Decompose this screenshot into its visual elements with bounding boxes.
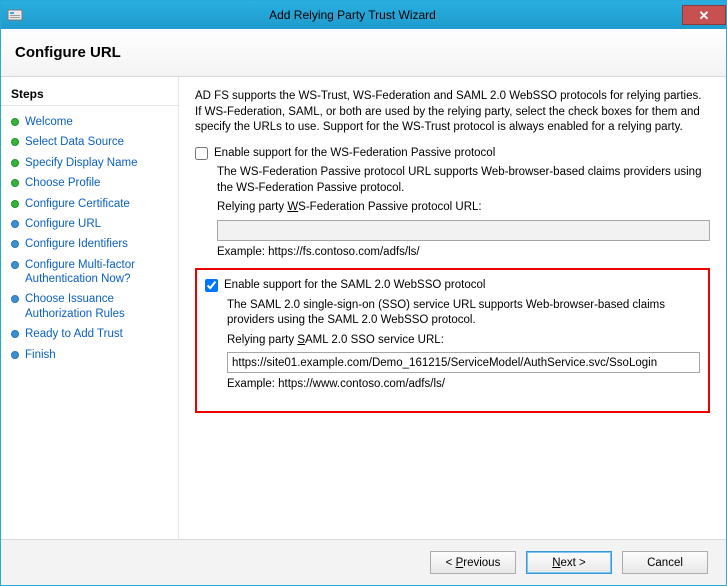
step-done-icon — [11, 179, 19, 187]
sidebar-step-item[interactable]: Configure URL — [1, 214, 178, 234]
sidebar-step-item[interactable]: Choose Issuance Authorization Rules — [1, 289, 178, 324]
saml-field-label: Relying party SAML 2.0 SSO service URL: — [227, 333, 700, 349]
sidebar-step-item[interactable]: Configure Certificate — [1, 194, 178, 214]
step-pending-icon — [11, 295, 19, 303]
wizard-content: AD FS supports the WS-Trust, WS-Federati… — [179, 77, 726, 539]
intro-text: AD FS supports the WS-Trust, WS-Federati… — [195, 89, 710, 136]
saml-example: Example: https://www.contoso.com/adfs/ls… — [227, 377, 700, 393]
sidebar-step-item[interactable]: Welcome — [1, 112, 178, 132]
saml-checkbox-label[interactable]: Enable support for the SAML 2.0 WebSSO p… — [224, 278, 485, 294]
sidebar-step-link[interactable]: Specify Display Name — [25, 156, 137, 170]
sidebar-step-item[interactable]: Specify Display Name — [1, 153, 178, 173]
wsfed-desc: The WS-Federation Passive protocol URL s… — [217, 165, 710, 196]
step-done-icon — [11, 118, 19, 126]
close-button[interactable]: ✕ — [682, 5, 726, 25]
wsfed-checkbox[interactable] — [195, 147, 208, 160]
wizard-footer: < Previous Next > Cancel — [1, 539, 726, 585]
wsfed-example: Example: https://fs.contoso.com/adfs/ls/ — [217, 245, 710, 261]
window-title: Add Relying Party Trust Wizard — [23, 8, 682, 22]
page-title: Configure URL — [15, 44, 121, 61]
wsfed-field-label: Relying party WS-Federation Passive prot… — [217, 200, 710, 216]
step-done-icon — [11, 159, 19, 167]
step-done-icon — [11, 200, 19, 208]
saml-block: The SAML 2.0 single-sign-on (SSO) servic… — [205, 298, 700, 393]
wsfed-checkbox-label[interactable]: Enable support for the WS-Federation Pas… — [214, 146, 495, 162]
wsfed-block: The WS-Federation Passive protocol URL s… — [195, 165, 710, 260]
sidebar-step-link[interactable]: Configure Certificate — [25, 197, 130, 211]
sidebar-step-link[interactable]: Choose Profile — [25, 176, 100, 190]
title-bar: Add Relying Party Trust Wizard ✕ — [1, 1, 726, 29]
step-pending-icon — [11, 261, 19, 269]
sidebar-step-item[interactable]: Configure Multi-factor Authentication No… — [1, 255, 178, 290]
sidebar-step-link[interactable]: Configure Identifiers — [25, 237, 128, 251]
close-icon: ✕ — [699, 9, 710, 22]
sidebar-step-link[interactable]: Configure Multi-factor Authentication No… — [25, 258, 170, 287]
saml-highlight-box: Enable support for the SAML 2.0 WebSSO p… — [195, 268, 710, 413]
saml-checkbox-row: Enable support for the SAML 2.0 WebSSO p… — [205, 278, 700, 294]
sidebar-step-item[interactable]: Choose Profile — [1, 173, 178, 193]
step-pending-icon — [11, 351, 19, 359]
cancel-button[interactable]: Cancel — [622, 551, 708, 574]
step-pending-icon — [11, 330, 19, 338]
sidebar-step-item[interactable]: Finish — [1, 345, 178, 365]
sidebar-step-link[interactable]: Welcome — [25, 115, 73, 129]
saml-desc: The SAML 2.0 single-sign-on (SSO) servic… — [227, 298, 700, 329]
step-done-icon — [11, 138, 19, 146]
wizard-header: Configure URL — [1, 29, 726, 77]
sidebar-step-link[interactable]: Ready to Add Trust — [25, 327, 123, 341]
sidebar-step-link[interactable]: Select Data Source — [25, 135, 124, 149]
wsfed-checkbox-row: Enable support for the WS-Federation Pas… — [195, 146, 710, 162]
step-pending-icon — [11, 220, 19, 228]
next-button[interactable]: Next > — [526, 551, 612, 574]
saml-checkbox[interactable] — [205, 279, 218, 292]
sidebar-step-link[interactable]: Configure URL — [25, 217, 101, 231]
sidebar-step-link[interactable]: Choose Issuance Authorization Rules — [25, 292, 170, 321]
previous-button[interactable]: < Previous — [430, 551, 516, 574]
sidebar-step-item[interactable]: Ready to Add Trust — [1, 324, 178, 344]
sidebar-step-link[interactable]: Finish — [25, 348, 56, 362]
step-pending-icon — [11, 240, 19, 248]
sidebar-step-item[interactable]: Configure Identifiers — [1, 234, 178, 254]
steps-heading: Steps — [1, 85, 178, 106]
saml-url-input[interactable] — [227, 352, 700, 373]
steps-sidebar: Steps Welcome Select Data Source Specify D… — [1, 77, 179, 539]
app-icon — [7, 7, 23, 23]
wsfed-url-input — [217, 220, 710, 241]
sidebar-step-item[interactable]: Select Data Source — [1, 132, 178, 152]
